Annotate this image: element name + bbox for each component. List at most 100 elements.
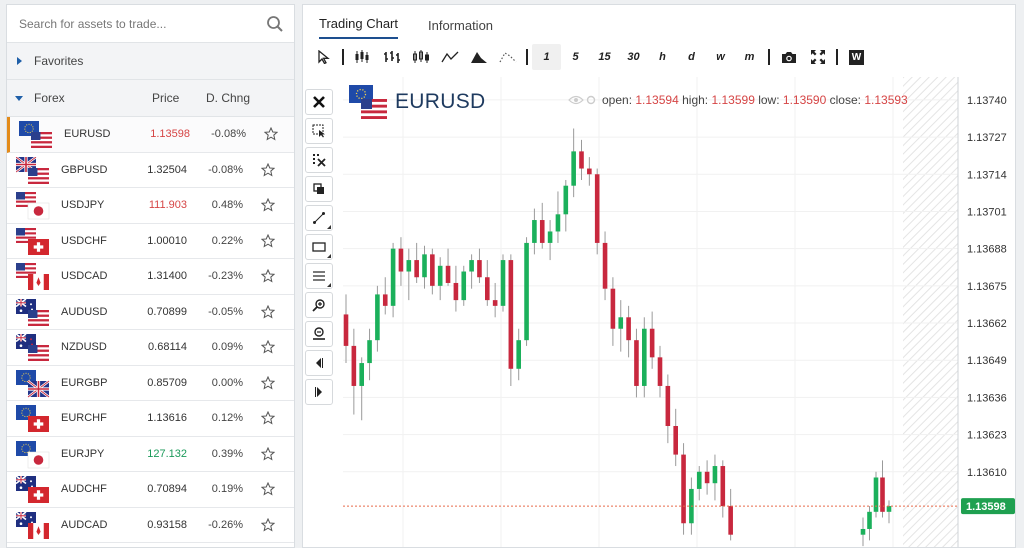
asset-row-eurgbp[interactable]: EURGBP 0.85709 0.00% (7, 366, 294, 401)
close-icon (313, 96, 325, 108)
candle-up (563, 185, 569, 215)
fullscreen-button[interactable] (803, 44, 832, 70)
candle-up (886, 506, 892, 512)
ohlc-readout: open: 1.13594 high: 1.13599 low: 1.13590… (568, 93, 908, 107)
favorite-star-icon[interactable] (261, 233, 275, 248)
favorite-star-icon[interactable] (261, 198, 275, 212)
interval-15-button[interactable]: 15 (590, 44, 619, 70)
change-column-header[interactable]: D. Chng (206, 91, 250, 105)
trend-line-tool-button[interactable] (305, 205, 333, 231)
favorite-star-icon[interactable] (261, 411, 275, 425)
area-chart-button[interactable] (464, 44, 493, 70)
y-tick-label: 1.13727 (967, 132, 1007, 144)
forex-list: EURUSD 1.13598 -0.08% GBPUSD 1.32504 -0.08% US… (7, 117, 294, 543)
widget-button[interactable]: W (842, 44, 871, 70)
rectangle-tool-button[interactable] (305, 234, 333, 260)
zoom-in-button[interactable] (305, 292, 333, 318)
favorite-star-icon[interactable] (261, 482, 275, 496)
asset-price: 0.85709 (147, 376, 187, 389)
scroll-right-button[interactable] (305, 379, 333, 405)
candle-up (618, 317, 624, 329)
asset-price: 1.13616 (147, 412, 187, 425)
search-input[interactable] (19, 16, 266, 31)
zoom-out-icon (313, 327, 325, 340)
favorite-star-icon[interactable] (261, 304, 275, 319)
interval-m-button[interactable]: m (735, 44, 764, 70)
cursor-tool-button[interactable] (309, 44, 338, 70)
candle-up (367, 340, 372, 364)
asset-price: 1.32504 (147, 163, 187, 176)
favorite-star-icon[interactable] (264, 127, 278, 141)
remove-drawings-button[interactable] (305, 89, 333, 115)
candle-up (461, 271, 467, 301)
candles-chart-button[interactable] (348, 44, 377, 70)
candle-down (610, 288, 616, 329)
candle-down (673, 425, 678, 455)
app-root: Favorites Forex Price D. Chng EURUSD1.13… (0, 0, 1024, 548)
asset-daily-change: -0.05% (208, 305, 243, 318)
price-column-header[interactable]: Price (152, 91, 179, 105)
search-icon[interactable] (266, 15, 284, 33)
asset-row-usdcad[interactable]: USDCAD 1.31400 -0.23% (7, 259, 294, 295)
select-tool-button[interactable] (305, 118, 333, 144)
tab-trading-chart[interactable]: Trading Chart (319, 16, 398, 39)
asset-row-nzdusd[interactable]: NZDUSD 0.68114 0.09% (7, 330, 294, 366)
y-tick-label: 1.13740 (967, 95, 1007, 107)
hollow-candles-button[interactable] (406, 44, 435, 70)
forex-group-header[interactable]: Forex Price D. Chng (7, 80, 294, 117)
delete-selection-button[interactable] (305, 147, 333, 173)
settings-dot-icon[interactable] (586, 95, 596, 105)
asset-row-eurusd[interactable]: EURUSD 1.13598 -0.08% (7, 117, 294, 153)
favorite-star-icon[interactable] (261, 162, 275, 177)
favorite-star-icon[interactable] (261, 375, 275, 390)
price-chart[interactable]: 1.13740 1.13727 1.13714 1.13701 1.13688 1.136… (343, 77, 1015, 548)
favorites-group[interactable]: Favorites (7, 43, 294, 80)
candle-up (359, 363, 364, 386)
chart-panel: Trading Chart Information 1 5 15 30 h d w m W (302, 4, 1016, 548)
search-bar (7, 5, 294, 43)
interval-5-button[interactable]: 5 (561, 44, 590, 70)
candle-down (665, 385, 671, 426)
visibility-eye-icon[interactable] (568, 95, 584, 105)
favorite-star-icon[interactable] (261, 340, 275, 354)
asset-row-audchf[interactable]: AUDCHF 0.70894 0.19% (7, 472, 294, 508)
interval-1-button[interactable]: 1 (532, 44, 561, 70)
candle-down (414, 260, 419, 278)
asset-daily-change: -0.08% (208, 163, 243, 176)
interval-h-button[interactable]: h (648, 44, 677, 70)
bars-chart-button[interactable] (377, 44, 406, 70)
scroll-left-button[interactable] (305, 350, 333, 376)
asset-row-gbpusd[interactable]: GBPUSD 1.32504 -0.08% (7, 153, 294, 188)
chart-toolbar: 1 5 15 30 h d w m W (303, 42, 1015, 72)
asset-list-panel: Favorites Forex Price D. Chng EURUSD 1.13… (6, 4, 295, 548)
close-label: close: (829, 93, 861, 107)
line-chart-button[interactable] (435, 44, 464, 70)
asset-row-eurjpy[interactable]: EURJPY 127.132 0.39% (7, 437, 294, 472)
candles-icon (355, 50, 368, 63)
interval-d-button[interactable]: d (677, 44, 706, 70)
asset-row-usdjpy[interactable]: USDJPY 111.903 0.48% (7, 188, 294, 224)
asset-daily-change: -0.08% (211, 128, 246, 141)
favorite-star-icon[interactable] (261, 446, 275, 461)
clone-button[interactable] (305, 176, 333, 202)
chart-legend: EURUSD (349, 85, 485, 119)
interval-30-button[interactable]: 30 (619, 44, 648, 70)
asset-row-audcad[interactable]: AUDCAD 0.93158 -0.26% (7, 508, 294, 543)
screenshot-button[interactable] (774, 44, 803, 70)
favorite-star-icon[interactable] (261, 517, 275, 532)
horizontal-lines-tool-button[interactable] (305, 263, 333, 289)
y-tick-label: 1.13649 (967, 355, 1007, 367)
caret-right-icon (17, 57, 22, 65)
favorite-star-icon[interactable] (261, 269, 275, 283)
asset-symbol: EURJPY (61, 447, 105, 460)
asset-row-eurchf[interactable]: EURCHF 1.13616 0.12% (7, 401, 294, 437)
tab-information[interactable]: Information (428, 18, 493, 39)
dotted-line-button[interactable] (493, 44, 522, 70)
zoom-out-button[interactable] (305, 321, 333, 347)
interval-w-button[interactable]: w (706, 44, 735, 70)
asset-row-usdchf[interactable]: USDCHF 1.00010 0.22% (7, 224, 294, 259)
candle-up (860, 528, 866, 535)
candle-down (453, 282, 459, 301)
asset-row-audusd[interactable]: AUDUSD 0.70899 -0.05% (7, 295, 294, 330)
y-tick-label: 1.13662 (967, 318, 1007, 330)
